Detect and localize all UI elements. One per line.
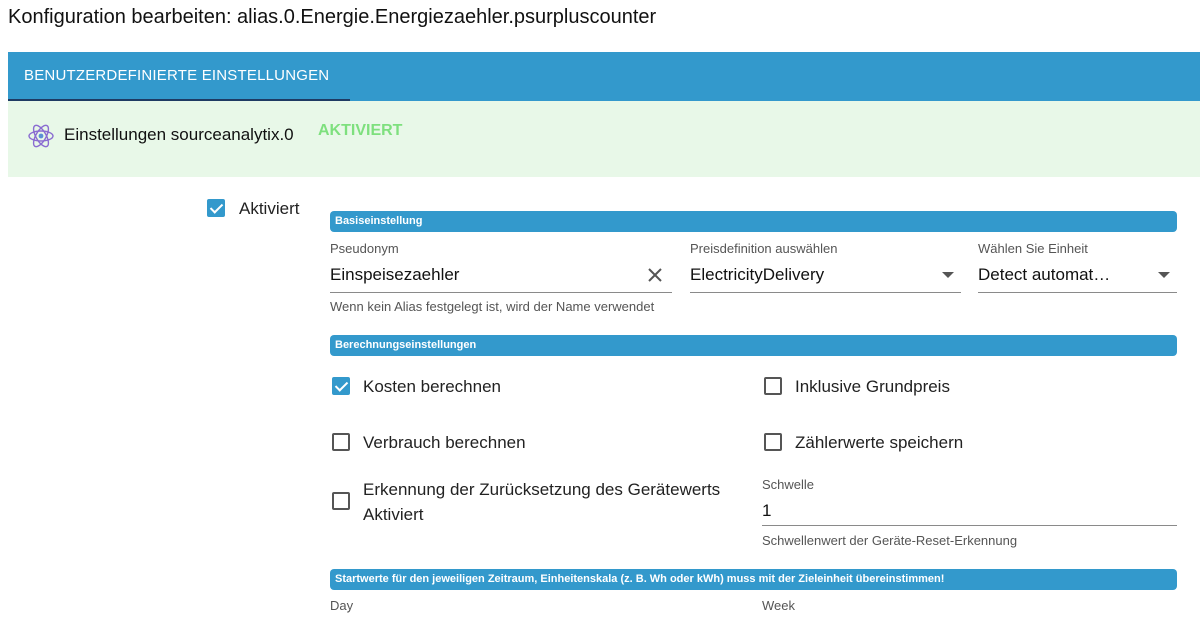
- enabled-label: Aktiviert: [239, 199, 300, 218]
- threshold-input[interactable]: 1: [762, 494, 1177, 525]
- adapter-status-badge: AKTIVIERT: [318, 122, 403, 139]
- section-header-basic: Basiseinstellung: [330, 211, 1177, 232]
- pseudonym-input[interactable]: Einspeisezaehler: [330, 258, 640, 292]
- price-definition-select[interactable]: ElectricityDelivery: [690, 258, 961, 292]
- reset-detection-label-line2: Aktiviert: [363, 505, 424, 524]
- price-definition-label: Preisdefinition auswählen: [690, 241, 838, 256]
- tab-custom-settings[interactable]: BENUTZERDEFINIERTE EINSTELLUNGEN: [8, 52, 350, 101]
- reset-detection-label-line1: Erkennung der Zurücksetzung des Gerätewe…: [363, 480, 721, 499]
- page-title: Konfiguration bearbeiten: alias.0.Energi…: [8, 6, 657, 28]
- calculate-costs-checkbox[interactable]: [332, 377, 350, 395]
- calculate-costs-label: Kosten berechnen: [363, 377, 501, 396]
- adapter-status-panel: Einstellungen sourceanalytix.0 AKTIVIERT: [8, 101, 1200, 177]
- save-meter-values-checkbox[interactable]: [764, 433, 782, 451]
- clear-icon[interactable]: [646, 266, 664, 284]
- threshold-label: Schwelle: [762, 477, 815, 492]
- pseudonym-label: Pseudonym: [330, 241, 399, 256]
- enabled-checkbox[interactable]: [207, 199, 225, 217]
- atom-icon: [28, 124, 54, 148]
- chevron-down-icon[interactable]: [942, 272, 954, 278]
- unit-select[interactable]: Detect automat…: [978, 258, 1177, 292]
- save-meter-values-label: Zählerwerte speichern: [795, 433, 964, 452]
- threshold-value: 1: [762, 501, 772, 520]
- pseudonym-helper: Wenn kein Alias festgelegt ist, wird der…: [330, 299, 655, 314]
- price-definition-value: ElectricityDelivery: [690, 265, 825, 284]
- threshold-helper: Schwellenwert der Geräte-Reset-Erkennung: [762, 533, 1018, 548]
- threshold-underline: [762, 525, 1177, 526]
- calculate-consumption-checkbox[interactable]: [332, 433, 350, 451]
- calculate-consumption-label: Verbrauch berechnen: [363, 433, 526, 452]
- adapter-settings-label: Einstellungen sourceanalytix.0: [64, 125, 294, 144]
- pseudonym-underline: [330, 292, 672, 293]
- include-base-price-checkbox[interactable]: [764, 377, 782, 395]
- chevron-down-icon[interactable]: [1158, 272, 1170, 278]
- price-definition-underline: [690, 292, 961, 293]
- include-base-price-label: Inklusive Grundpreis: [795, 377, 950, 396]
- unit-label: Wählen Sie Einheit: [978, 241, 1088, 256]
- pseudonym-value: Einspeisezaehler: [330, 265, 460, 284]
- section-header-start-values: Startwerte für den jeweiligen Zeitraum, …: [330, 569, 1177, 590]
- day-label: Day: [330, 598, 354, 613]
- tab-bar: BENUTZERDEFINIERTE EINSTELLUNGEN: [8, 52, 1200, 101]
- week-label: Week: [762, 598, 795, 613]
- reset-detection-checkbox[interactable]: [332, 492, 350, 510]
- section-header-calculation: Berechnungseinstellungen: [330, 335, 1177, 356]
- unit-value: Detect automat…: [978, 265, 1111, 284]
- unit-underline: [978, 292, 1177, 293]
